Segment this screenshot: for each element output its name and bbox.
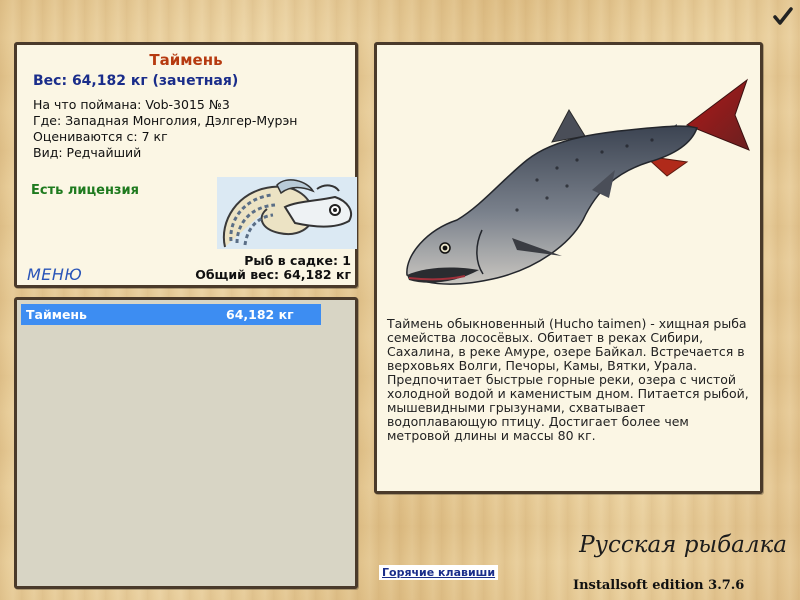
rarity: Вид: Редчайший <box>33 145 142 160</box>
menu-link[interactable]: МЕНЮ <box>27 265 82 284</box>
fish-description-panel: Таймень обыкновенный (Hucho taimen) - хи… <box>374 42 763 494</box>
caught-on: На что поймана: Vob-3015 №3 <box>33 97 230 112</box>
fish-description: Таймень обыкновенный (Hucho taimen) - хи… <box>387 316 749 443</box>
fish-name: Таймень <box>149 51 223 69</box>
rated-from: Оцениваются с: 7 кг <box>33 129 168 144</box>
game-logo: Русская рыбалка <box>579 532 787 558</box>
hotkeys-link[interactable]: Горячие клавиши <box>379 565 499 580</box>
confirm-check-icon[interactable] <box>773 6 793 26</box>
license-status: Есть лицензия <box>31 183 139 198</box>
list-item-weight: 64,182 кг <box>226 307 294 322</box>
list-item[interactable]: Таймень 64,182 кг <box>21 304 321 325</box>
catch-location: Где: Западная Монголия, Дэлгер-Мурэн <box>33 113 298 128</box>
fish-illustration <box>387 70 757 300</box>
list-item-name: Таймень <box>26 307 87 322</box>
edition-label: Installsoft edition 3.7.6 <box>573 578 745 593</box>
keepnet-count: Рыб в садке: 1 <box>244 253 351 268</box>
fish-emblem-icon <box>217 177 357 249</box>
catch-info-panel: Таймень Вес: 64,182 кг (зачетная) На что… <box>14 42 358 288</box>
fish-weight: Вес: 64,182 кг (зачетная) <box>33 73 239 89</box>
catch-list-panel: Таймень 64,182 кг <box>14 297 358 589</box>
keepnet-total-weight: Общий вес: 64,182 кг <box>195 267 351 282</box>
